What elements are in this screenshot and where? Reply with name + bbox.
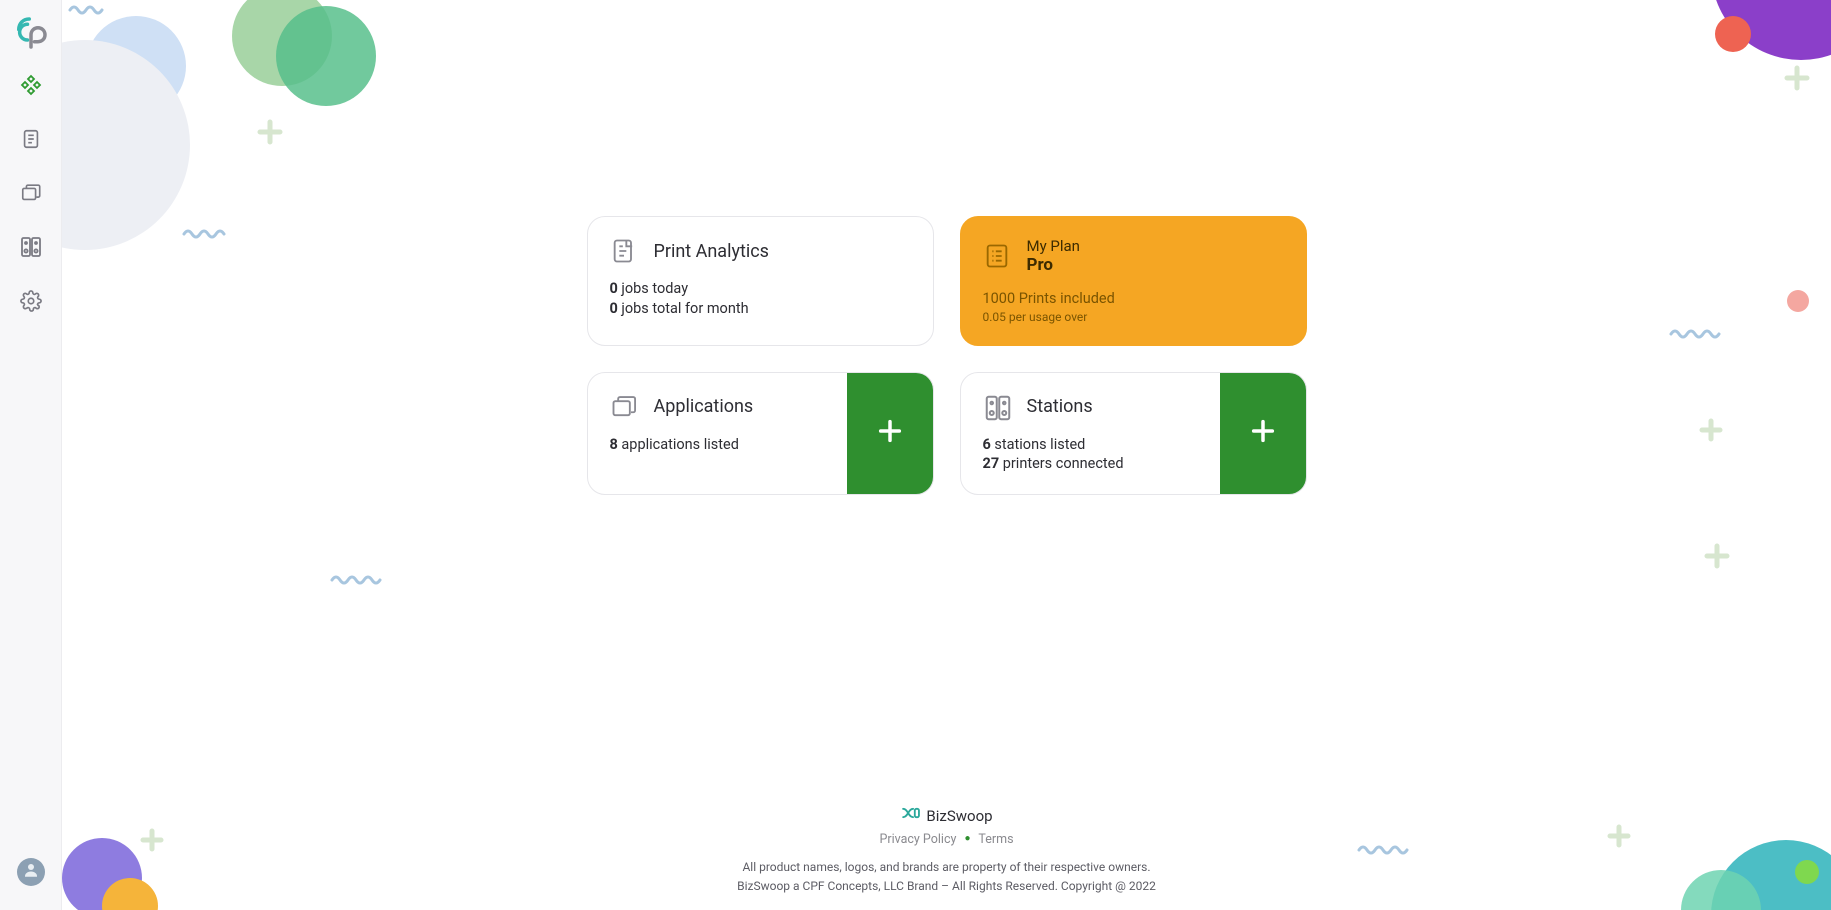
card-title: Stations bbox=[1027, 396, 1093, 417]
card-body: 6 stations listed 27 printers connected bbox=[983, 435, 1206, 474]
stations-icon bbox=[19, 235, 43, 263]
applications-icon bbox=[610, 393, 638, 421]
add-application-button[interactable] bbox=[847, 373, 933, 494]
plus-icon bbox=[1249, 417, 1277, 449]
card-title: Applications bbox=[654, 396, 754, 417]
card-body: 8 applications listed bbox=[610, 435, 833, 455]
dashboard-cards: Print Analytics 0 jobs today 0 jobs tota… bbox=[587, 216, 1307, 495]
add-station-button[interactable] bbox=[1220, 373, 1306, 494]
footer-brand: BizSwoop bbox=[926, 804, 992, 828]
apps-label: applications listed bbox=[618, 436, 739, 453]
plan-icon bbox=[983, 242, 1011, 270]
windows-icon bbox=[20, 182, 42, 208]
plan-name: Pro bbox=[1027, 255, 1080, 275]
sidebar-item-stations[interactable] bbox=[18, 236, 44, 262]
stations-card-icon bbox=[983, 393, 1011, 421]
printers-label: printers connected bbox=[999, 455, 1123, 472]
sidebar bbox=[0, 0, 62, 910]
footer-disclaimer-1: All product names, logos, and brands are… bbox=[737, 858, 1156, 877]
plan-included: 1000 Prints included bbox=[983, 289, 1284, 309]
card-body: 0 jobs today 0 jobs total for month bbox=[610, 279, 911, 318]
plan-overage: 0.05 per usage over bbox=[983, 309, 1284, 325]
jobs-today-label: jobs today bbox=[618, 280, 688, 297]
user-icon bbox=[22, 861, 40, 883]
printers-count: 27 bbox=[983, 455, 1000, 472]
card-applications[interactable]: Applications 8 applications listed bbox=[587, 372, 934, 495]
card-stations[interactable]: Stations 6 stations listed 27 printers c… bbox=[960, 372, 1307, 495]
sidebar-item-applications[interactable] bbox=[18, 182, 44, 208]
card-title: Print Analytics bbox=[654, 241, 769, 262]
footer-disclaimer-2: BizSwoop a CPF Concepts, LLC Brand – All… bbox=[737, 877, 1156, 896]
sidebar-item-dashboard[interactable] bbox=[18, 74, 44, 100]
document-icon bbox=[20, 128, 42, 154]
stations-label: stations listed bbox=[991, 436, 1085, 453]
account-button[interactable] bbox=[17, 858, 45, 886]
jobs-month-label: jobs total for month bbox=[618, 300, 749, 317]
separator-dot: ● bbox=[965, 833, 971, 844]
main-content: Print Analytics 0 jobs today 0 jobs tota… bbox=[62, 0, 1831, 910]
sidebar-item-jobs[interactable] bbox=[18, 128, 44, 154]
privacy-policy-link[interactable]: Privacy Policy bbox=[879, 832, 956, 847]
gear-icon bbox=[20, 290, 42, 316]
footer: BizSwoop Privacy Policy ● Terms All prod… bbox=[737, 804, 1156, 896]
dashboard-icon bbox=[19, 73, 43, 101]
plus-icon bbox=[876, 417, 904, 449]
sidebar-nav bbox=[18, 74, 44, 316]
terms-link[interactable]: Terms bbox=[978, 832, 1013, 847]
app-logo bbox=[10, 12, 52, 54]
bizswoop-icon bbox=[900, 804, 920, 828]
card-print-analytics[interactable]: Print Analytics 0 jobs today 0 jobs tota… bbox=[587, 216, 934, 346]
analytics-icon bbox=[610, 237, 638, 265]
card-body: 1000 Prints included 0.05 per usage over bbox=[983, 289, 1284, 325]
plan-label: My Plan bbox=[1027, 237, 1080, 255]
sidebar-item-settings[interactable] bbox=[18, 290, 44, 316]
card-my-plan[interactable]: My Plan Pro 1000 Prints included 0.05 pe… bbox=[960, 216, 1307, 346]
